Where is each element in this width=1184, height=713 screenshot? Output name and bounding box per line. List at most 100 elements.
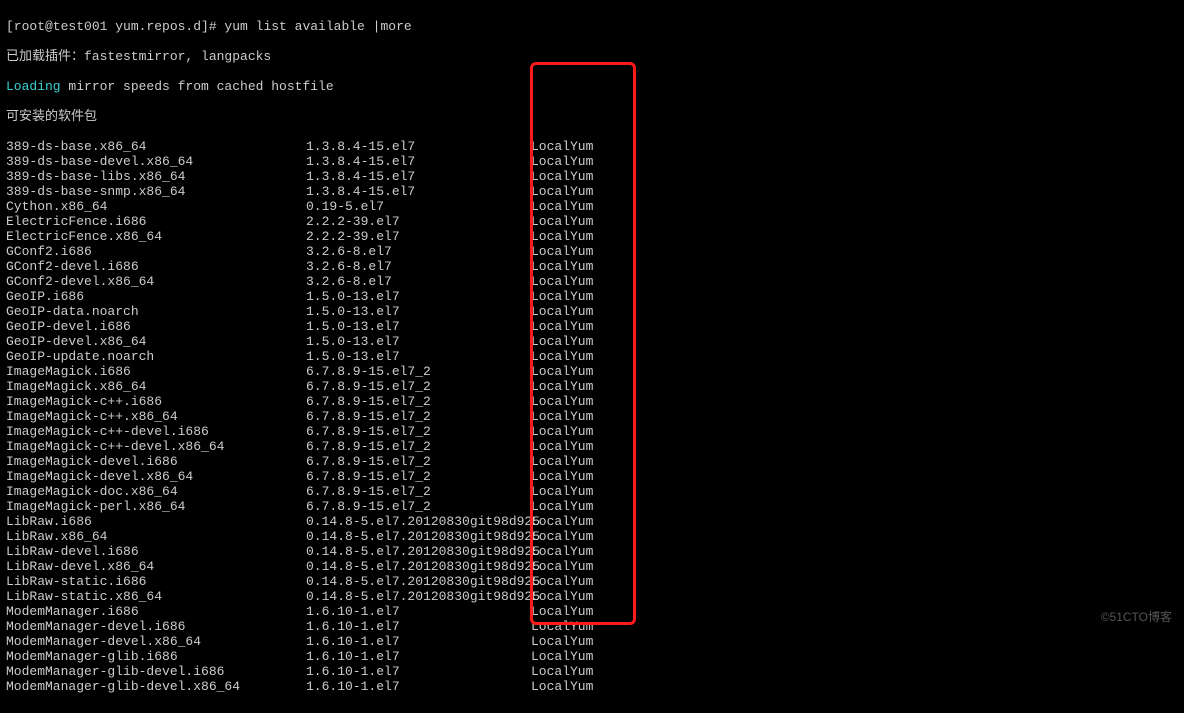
package-repo: LocalYum xyxy=(531,574,611,589)
package-row: GConf2.i6863.2.6-8.el7LocalYum xyxy=(6,244,1178,259)
package-version: 3.2.6-8.el7 xyxy=(306,259,531,274)
package-name: ModemManager-glib-devel.i686 xyxy=(6,664,306,679)
package-version: 1.6.10-1.el7 xyxy=(306,649,531,664)
package-name: GeoIP-devel.x86_64 xyxy=(6,334,306,349)
package-name: ElectricFence.i686 xyxy=(6,214,306,229)
package-row: GeoIP-update.noarch1.5.0-13.el7LocalYum xyxy=(6,349,1178,364)
package-repo: LocalYum xyxy=(531,229,611,244)
package-repo: LocalYum xyxy=(531,379,611,394)
package-name: 389-ds-base-snmp.x86_64 xyxy=(6,184,306,199)
package-name: ModemManager-glib-devel.x86_64 xyxy=(6,679,306,694)
package-row: ElectricFence.x86_642.2.2-39.el7LocalYum xyxy=(6,229,1178,244)
package-name: ModemManager-devel.x86_64 xyxy=(6,634,306,649)
package-version: 0.14.8-5.el7.20120830git98d925 xyxy=(306,529,531,544)
package-row: ImageMagick-devel.x86_646.7.8.9-15.el7_2… xyxy=(6,469,1178,484)
package-repo: LocalYum xyxy=(531,604,611,619)
package-name: LibRaw-devel.i686 xyxy=(6,544,306,559)
package-name: GConf2-devel.i686 xyxy=(6,259,306,274)
package-name: ImageMagick-devel.x86_64 xyxy=(6,469,306,484)
package-version: 0.14.8-5.el7.20120830git98d925 xyxy=(306,589,531,604)
loading-word: Loading xyxy=(6,79,61,94)
shell-prompt: [root@test001 yum.repos.d]# yum list ava… xyxy=(6,19,412,34)
package-row: GeoIP.i6861.5.0-13.el7LocalYum xyxy=(6,289,1178,304)
package-repo: LocalYum xyxy=(531,304,611,319)
package-row: ImageMagick-devel.i6866.7.8.9-15.el7_2Lo… xyxy=(6,454,1178,469)
package-version: 1.5.0-13.el7 xyxy=(306,334,531,349)
package-row: ImageMagick-c++.i6866.7.8.9-15.el7_2Loca… xyxy=(6,394,1178,409)
package-row: LibRaw-static.i6860.14.8-5.el7.20120830g… xyxy=(6,574,1178,589)
package-version: 1.3.8.4-15.el7 xyxy=(306,169,531,184)
section-header: 可安装的软件包 xyxy=(6,109,1178,124)
package-name: 389-ds-base.x86_64 xyxy=(6,139,306,154)
package-version: 0.14.8-5.el7.20120830git98d925 xyxy=(306,514,531,529)
package-name: LibRaw.x86_64 xyxy=(6,529,306,544)
package-version: 6.7.8.9-15.el7_2 xyxy=(306,499,531,514)
package-repo: LocalYum xyxy=(531,364,611,379)
package-row: ModemManager-glib-devel.i6861.6.10-1.el7… xyxy=(6,664,1178,679)
loading-line: Loading mirror speeds from cached hostfi… xyxy=(6,79,1178,94)
package-version: 1.3.8.4-15.el7 xyxy=(306,184,531,199)
package-version: 1.6.10-1.el7 xyxy=(306,634,531,649)
package-name: ModemManager-glib.i686 xyxy=(6,649,306,664)
package-version: 0.19-5.el7 xyxy=(306,199,531,214)
package-version: 1.6.10-1.el7 xyxy=(306,664,531,679)
package-row: Cython.x86_640.19-5.el7LocalYum xyxy=(6,199,1178,214)
package-repo: LocalYum xyxy=(531,154,611,169)
package-version: 6.7.8.9-15.el7_2 xyxy=(306,379,531,394)
package-row: GeoIP-devel.i6861.5.0-13.el7LocalYum xyxy=(6,319,1178,334)
package-name: ImageMagick-c++-devel.i686 xyxy=(6,424,306,439)
package-name: GeoIP-update.noarch xyxy=(6,349,306,364)
package-name: ImageMagick-c++.i686 xyxy=(6,394,306,409)
package-name: LibRaw.i686 xyxy=(6,514,306,529)
package-repo: LocalYum xyxy=(531,199,611,214)
package-version: 1.5.0-13.el7 xyxy=(306,289,531,304)
package-repo: LocalYum xyxy=(531,649,611,664)
package-repo: LocalYum xyxy=(531,559,611,574)
package-version: 1.5.0-13.el7 xyxy=(306,319,531,334)
package-row: ImageMagick.x86_646.7.8.9-15.el7_2LocalY… xyxy=(6,379,1178,394)
watermark: ©51CTO博客 xyxy=(1101,610,1172,625)
package-version: 6.7.8.9-15.el7_2 xyxy=(306,439,531,454)
terminal-output[interactable]: [root@test001 yum.repos.d]# yum list ava… xyxy=(0,0,1184,713)
package-name: LibRaw-static.x86_64 xyxy=(6,589,306,604)
package-row: LibRaw-devel.x86_640.14.8-5.el7.20120830… xyxy=(6,559,1178,574)
package-row: GConf2-devel.x86_643.2.6-8.el7LocalYum xyxy=(6,274,1178,289)
package-version: 6.7.8.9-15.el7_2 xyxy=(306,409,531,424)
package-name: ElectricFence.x86_64 xyxy=(6,229,306,244)
package-name: ImageMagick-c++.x86_64 xyxy=(6,409,306,424)
package-list: 389-ds-base.x86_641.3.8.4-15.el7LocalYum… xyxy=(6,139,1178,694)
package-repo: LocalYum xyxy=(531,349,611,364)
package-repo: LocalYum xyxy=(531,634,611,649)
package-version: 1.5.0-13.el7 xyxy=(306,349,531,364)
package-row: ModemManager-glib.i6861.6.10-1.el7LocalY… xyxy=(6,649,1178,664)
package-row: ModemManager-devel.i6861.6.10-1.el7Local… xyxy=(6,619,1178,634)
package-name: ImageMagick.i686 xyxy=(6,364,306,379)
package-name: ModemManager-devel.i686 xyxy=(6,619,306,634)
package-version: 6.7.8.9-15.el7_2 xyxy=(306,484,531,499)
package-repo: LocalYum xyxy=(531,244,611,259)
package-row: LibRaw-devel.i6860.14.8-5.el7.20120830gi… xyxy=(6,544,1178,559)
package-version: 3.2.6-8.el7 xyxy=(306,244,531,259)
package-row: 389-ds-base.x86_641.3.8.4-15.el7LocalYum xyxy=(6,139,1178,154)
package-name: GConf2.i686 xyxy=(6,244,306,259)
package-version: 6.7.8.9-15.el7_2 xyxy=(306,424,531,439)
package-repo: LocalYum xyxy=(531,169,611,184)
package-repo: LocalYum xyxy=(531,499,611,514)
package-version: 6.7.8.9-15.el7_2 xyxy=(306,454,531,469)
package-name: ImageMagick-devel.i686 xyxy=(6,454,306,469)
package-name: ImageMagick-doc.x86_64 xyxy=(6,484,306,499)
package-version: 6.7.8.9-15.el7_2 xyxy=(306,364,531,379)
package-version: 2.2.2-39.el7 xyxy=(306,229,531,244)
package-name: LibRaw-devel.x86_64 xyxy=(6,559,306,574)
package-repo: LocalYum xyxy=(531,664,611,679)
package-version: 1.3.8.4-15.el7 xyxy=(306,139,531,154)
package-version: 1.6.10-1.el7 xyxy=(306,619,531,634)
package-name: GConf2-devel.x86_64 xyxy=(6,274,306,289)
package-row: 389-ds-base-libs.x86_641.3.8.4-15.el7Loc… xyxy=(6,169,1178,184)
package-name: ImageMagick.x86_64 xyxy=(6,379,306,394)
package-row: ImageMagick.i6866.7.8.9-15.el7_2LocalYum xyxy=(6,364,1178,379)
package-row: ImageMagick-doc.x86_646.7.8.9-15.el7_2Lo… xyxy=(6,484,1178,499)
package-repo: LocalYum xyxy=(531,289,611,304)
package-version: 1.6.10-1.el7 xyxy=(306,679,531,694)
package-repo: LocalYum xyxy=(531,259,611,274)
